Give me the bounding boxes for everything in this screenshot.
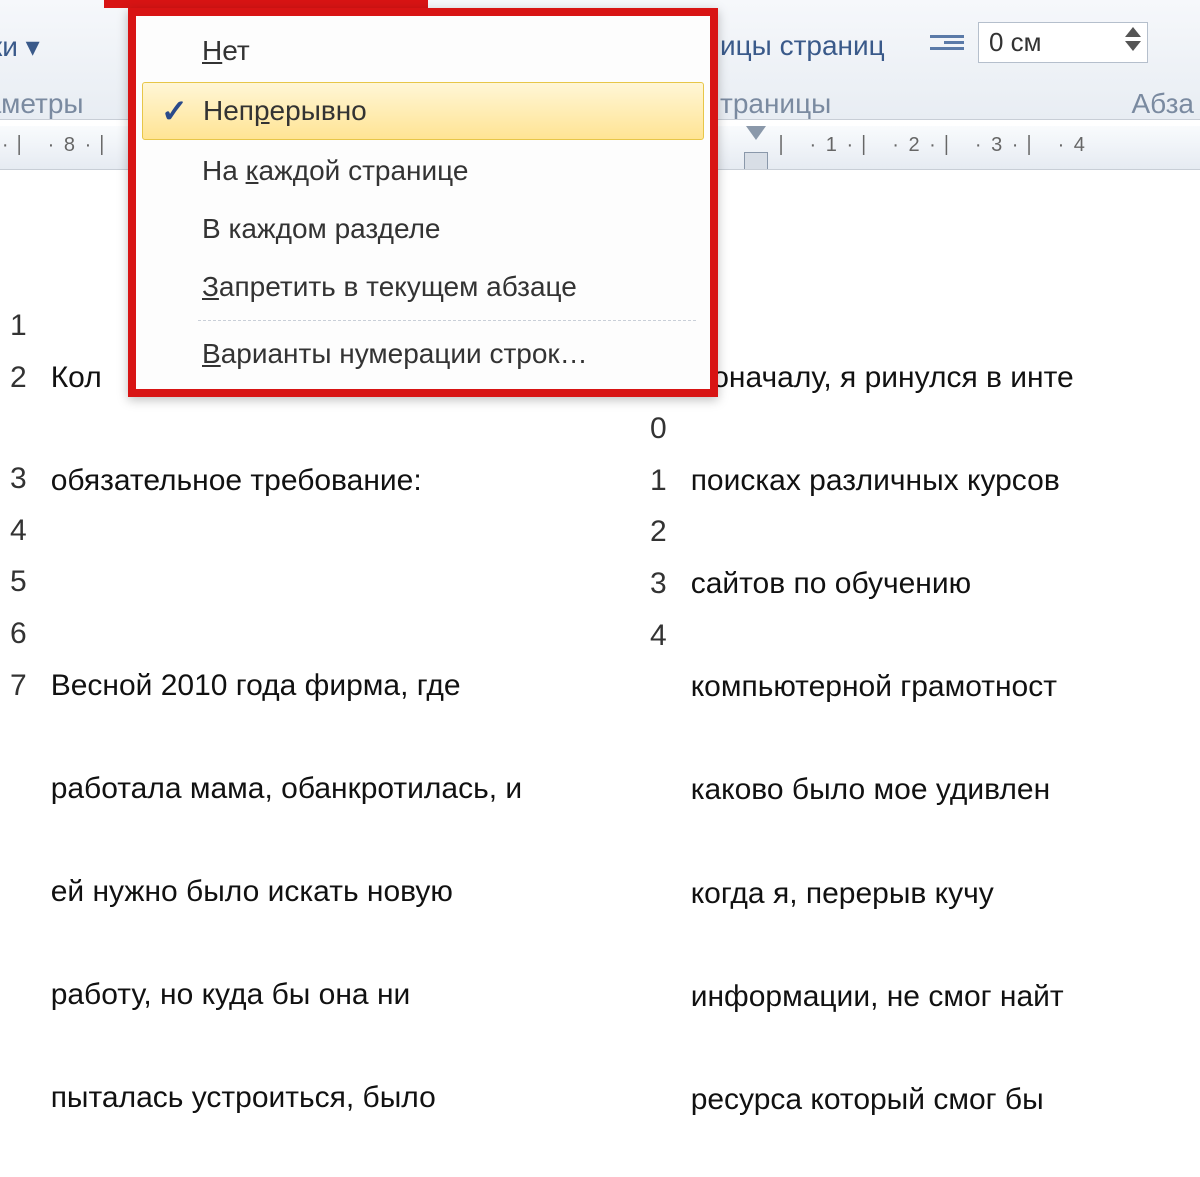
menu-item-none[interactable]: Нет <box>138 22 708 80</box>
menu-item-numbering-options[interactable]: Варианты нумерации строк… <box>138 325 708 383</box>
indent-control: 0 см <box>930 22 1148 63</box>
menu-item-label: Непрерывно <box>203 95 367 127</box>
indent-icon <box>930 29 964 57</box>
document-area: 1 2 3 4 5 6 7 Кол обязательное требовани… <box>10 300 1200 1177</box>
menu-item-label: На каждой странице <box>202 155 468 187</box>
indent-input[interactable]: 0 см <box>978 22 1148 63</box>
line-numbers-right: 3 0 1 2 3 4 <box>650 300 691 1177</box>
line-numbering-dropdown[interactable]: Нет ✓ Непрерывно На каждой странице В ка… <box>128 8 718 397</box>
ruler-ticks-left: · 7 · ⎸ · 8 · ⎸ <box>0 134 123 157</box>
text-left[interactable]: Кол обязательное требование: Весной 2010… <box>51 300 650 1177</box>
spinner-down-icon[interactable] <box>1125 41 1141 51</box>
ruler-ticks-right: ⎸ · 1 · ⎸ · 2 · ⎸ · 3 · ⎸ · 4 <box>780 134 1087 157</box>
menu-item-label: Нет <box>202 35 250 67</box>
column-left: 1 2 3 4 5 6 7 Кол обязательное требовани… <box>10 300 650 1177</box>
menu-item-label: Запретить в текущем абзаце <box>202 271 577 303</box>
ribbon-group-label: Абза <box>1131 88 1194 120</box>
menu-item-each-page[interactable]: На каждой странице <box>138 142 708 200</box>
menu-separator <box>198 320 696 321</box>
highlight-bar <box>104 0 428 8</box>
indent-value: 0 см <box>989 27 1042 57</box>
ribbon-fragment-top-left: ки ▾ <box>0 30 40 63</box>
text-right[interactable]: Поначалу, я ринулся в инте поисках разли… <box>691 300 1200 1177</box>
ribbon-fragment-bottom-left: раметры <box>0 88 84 120</box>
indent-spinner[interactable] <box>1125 27 1141 51</box>
menu-item-label: Варианты нумерации строк… <box>202 338 588 370</box>
ruler-indent-marker[interactable] <box>740 126 770 170</box>
spinner-up-icon[interactable] <box>1125 27 1141 37</box>
menu-item-each-section[interactable]: В каждом разделе <box>138 200 708 258</box>
ribbon-fragment-bottom-right: траницы <box>720 88 831 120</box>
menu-item-continuous[interactable]: ✓ Непрерывно <box>142 82 704 140</box>
menu-item-suppress[interactable]: Запретить в текущем абзаце <box>138 258 708 316</box>
menu-item-label: В каждом разделе <box>202 213 441 245</box>
line-numbers-left: 1 2 3 4 5 6 7 <box>10 300 51 1177</box>
ribbon-fragment-top-right: ицы страниц <box>720 30 885 62</box>
checkmark-icon: ✓ <box>161 92 188 130</box>
column-right: 3 0 1 2 3 4 Поначалу, я ринулся в инте п… <box>650 300 1200 1177</box>
